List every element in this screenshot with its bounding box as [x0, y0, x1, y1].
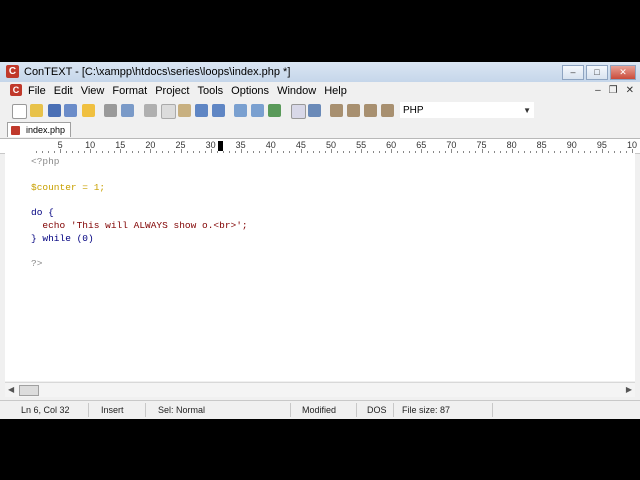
ruler: 5 10 15 20 25 30 35 40 45 50 55 60 65 70 75 80 85 90 95 10 [0, 139, 640, 154]
replace-icon[interactable] [268, 104, 281, 117]
user-command-1-icon[interactable] [330, 104, 343, 117]
menu-help[interactable]: Help [324, 85, 347, 97]
find-next-icon[interactable] [251, 104, 264, 117]
ruler-label: 15 [115, 140, 126, 150]
user-command-4-icon[interactable] [381, 104, 394, 117]
menu-tools[interactable]: Tools [197, 85, 223, 97]
menu-bar: C File Edit View Format Project Tools Op… [0, 82, 640, 100]
scroll-left-icon[interactable]: ◀ [8, 385, 14, 394]
ruler-label: 60 [386, 140, 397, 150]
ruler-label: 5 [57, 140, 63, 150]
cut-icon[interactable] [144, 104, 157, 117]
horizontal-scrollbar[interactable]: ◀ ▶ [5, 382, 635, 397]
ruler-label: 40 [265, 140, 276, 150]
doc-restore-button[interactable]: ❐ [609, 85, 618, 96]
minimize-button[interactable]: – [562, 65, 584, 80]
maximize-button[interactable]: □ [586, 65, 608, 80]
ruler-label: 70 [446, 140, 457, 150]
code-line[interactable]: echo 'This will ALWAYS show o.<br>'; [31, 219, 247, 232]
tab-bar: index.php * [0, 122, 640, 150]
status-mode: Insert [101, 405, 124, 415]
menu-view[interactable]: View [81, 85, 105, 97]
new-file-icon[interactable] [12, 104, 27, 119]
redo-icon[interactable] [212, 104, 225, 117]
menu-edit[interactable]: Edit [54, 85, 73, 97]
status-bar: Ln 6, Col 32 Insert Sel: Normal Modified… [0, 400, 640, 419]
ruler-label: 75 [476, 140, 487, 150]
status-position: Ln 6, Col 32 [21, 405, 70, 415]
status-divider [356, 403, 357, 417]
php-file-icon [11, 126, 20, 135]
menu-options[interactable]: Options [231, 85, 269, 97]
ruler-label: 35 [235, 140, 246, 150]
status-line-endings: DOS [367, 405, 387, 415]
doc-minimize-button[interactable]: – [595, 85, 601, 96]
status-divider [492, 403, 493, 417]
tab-index-php[interactable]: index.php * [7, 122, 71, 150]
status-divider [145, 403, 146, 417]
code-line[interactable]: } while (0) [31, 232, 94, 245]
scroll-right-icon[interactable]: ▶ [626, 385, 632, 394]
app-icon[interactable]: C [6, 65, 19, 78]
language-select-value: PHP [403, 105, 424, 116]
ruler-label: 65 [416, 140, 427, 150]
user-command-2-icon[interactable] [347, 104, 360, 117]
menu-file[interactable]: File [28, 85, 46, 97]
document-menu-icon[interactable]: C [10, 84, 22, 96]
close-button[interactable]: ✕ [610, 65, 636, 80]
status-selection: Sel: Normal [158, 405, 206, 415]
code-line[interactable]: $counter = 1; [31, 181, 105, 194]
ruler-label: 95 [596, 140, 607, 150]
options-icon[interactable] [308, 104, 321, 117]
print-icon[interactable] [104, 104, 117, 117]
ruler-label: 80 [506, 140, 517, 150]
ruler-label: 25 [175, 140, 186, 150]
print-preview-icon[interactable] [121, 104, 134, 117]
status-modified: Modified [302, 405, 337, 415]
ruler-label: 20 [145, 140, 156, 150]
ruler-label: 10 [85, 140, 96, 150]
title-bar[interactable]: C ConTEXT - [C:\xampp\htdocs\series\loop… [0, 62, 640, 83]
save-all-icon[interactable] [64, 104, 77, 117]
file-list-icon[interactable] [291, 104, 306, 119]
ruler-label: 10 [626, 140, 638, 150]
paste-icon[interactable] [178, 104, 191, 117]
ruler-label: 90 [566, 140, 577, 150]
editor-window: C ConTEXT - [C:\xampp\htdocs\series\loop… [0, 62, 640, 419]
status-file-size: File size: 87 [402, 405, 451, 415]
code-line[interactable]: do { [31, 206, 54, 219]
save-icon[interactable] [48, 104, 61, 117]
undo-icon[interactable] [195, 104, 208, 117]
window-title: ConTEXT - [C:\xampp\htdocs\series\loops\… [24, 66, 291, 78]
open-file-icon[interactable] [30, 104, 43, 117]
code-editor[interactable]: <?php $counter = 1; do { echo 'This will A… [5, 153, 635, 381]
toolbar [0, 100, 640, 122]
user-command-3-icon[interactable] [364, 104, 377, 117]
code-line[interactable]: <?php [31, 155, 60, 168]
status-divider [88, 403, 89, 417]
menu-project[interactable]: Project [155, 85, 189, 97]
find-icon[interactable] [234, 104, 247, 117]
ruler-label: 45 [295, 140, 306, 150]
open-folder-icon[interactable] [82, 104, 95, 117]
status-divider [290, 403, 291, 417]
ruler-label: 50 [325, 140, 337, 150]
doc-close-button[interactable]: ✕ [626, 85, 634, 96]
menu-window[interactable]: Window [277, 85, 316, 97]
ruler-label: 55 [356, 140, 367, 150]
language-select[interactable]: PHP ▼ [400, 102, 534, 118]
status-divider [393, 403, 394, 417]
ruler-label: 85 [536, 140, 547, 150]
ruler-cursor-marker [218, 141, 223, 151]
ruler-label: 30 [205, 140, 216, 150]
copy-icon[interactable] [161, 104, 176, 119]
code-line[interactable]: ?> [31, 257, 42, 270]
scrollbar-thumb[interactable] [19, 385, 39, 396]
chevron-down-icon[interactable]: ▼ [523, 103, 531, 119]
menu-format[interactable]: Format [112, 85, 147, 97]
